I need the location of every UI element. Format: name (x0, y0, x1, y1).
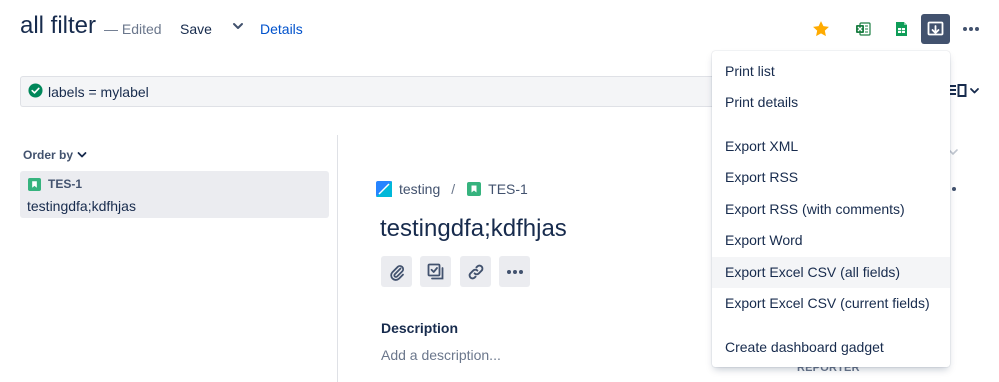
google-sheets-icon (895, 22, 907, 36)
more-actions-button[interactable] (958, 15, 984, 43)
more-issue-actions-button[interactable] (499, 256, 530, 287)
save-button[interactable]: Save (180, 21, 212, 37)
more-icon (506, 269, 523, 274)
issue-key: TES-1 (48, 177, 83, 191)
menu-item-export-word[interactable]: Export Word (712, 225, 950, 256)
indicator-dot (952, 187, 956, 191)
order-by-button[interactable]: Order by (23, 148, 87, 162)
attach-button[interactable] (381, 256, 412, 287)
link-icon (468, 264, 483, 279)
valid-check-icon (28, 83, 43, 98)
menu-item-export-rss[interactable]: Export RSS (712, 162, 950, 193)
panel-divider (337, 135, 338, 382)
page-title: all filter (20, 12, 97, 39)
story-icon (467, 182, 482, 196)
menu-item-create-dashboard-gadget[interactable]: Create dashboard gadget (712, 332, 950, 363)
list-item[interactable]: TES-1 testingdfa;kdfhjas (20, 171, 329, 218)
breadcrumb-issue[interactable]: TES-1 (467, 181, 528, 197)
attachment-icon (389, 264, 404, 281)
chevron-down-icon (77, 152, 87, 158)
breadcrumb-separator: / (451, 181, 456, 197)
menu-item-print-list[interactable]: Print list (712, 56, 950, 87)
view-switcher[interactable] (949, 83, 981, 99)
export-google-sheets-button[interactable] (888, 15, 914, 43)
add-subtask-button[interactable] (420, 256, 451, 287)
list-view-icon (950, 84, 979, 97)
order-by-label: Order by (23, 148, 74, 162)
issue-summary: testingdfa;kdfhjas (27, 198, 136, 214)
issue-key-row: TES-1 (28, 177, 82, 191)
more-icon (963, 27, 979, 31)
menu-item-export-xml[interactable]: Export XML (712, 131, 950, 162)
details-link[interactable]: Details (260, 21, 303, 37)
export-icon (927, 21, 944, 35)
jql-query-bar[interactable]: labels = mylabel (20, 76, 720, 107)
project-avatar-icon (376, 181, 392, 197)
breadcrumb-project[interactable]: testing (376, 181, 440, 197)
save-options-chevron[interactable] (232, 19, 244, 33)
subtask-icon (427, 263, 443, 279)
edited-indicator: — Edited (104, 21, 162, 37)
star-icon (813, 21, 829, 37)
story-icon (28, 177, 41, 191)
description-field[interactable]: Add a description... (381, 347, 501, 363)
menu-item-print-details[interactable]: Print details (712, 87, 950, 118)
breadcrumb: testing / TES-1 (376, 181, 528, 197)
jql-query-text: labels = mylabel (48, 84, 149, 100)
excel-icon (856, 22, 871, 36)
export-excel-button[interactable] (850, 15, 876, 43)
export-dropdown-menu: Print list Print details Export XML Expo… (712, 51, 950, 367)
description-label: Description (381, 320, 459, 336)
menu-item-export-rss-comments[interactable]: Export RSS (with comments) (712, 194, 950, 225)
menu-item-export-excel-all[interactable]: Export Excel CSV (all fields) (712, 257, 950, 288)
issue-title[interactable]: testingdfa;kdfhjas (380, 215, 567, 243)
breadcrumb-issue-key: TES-1 (488, 181, 528, 197)
export-button[interactable] (921, 14, 950, 44)
breadcrumb-project-label: testing (399, 181, 441, 197)
menu-item-export-excel-current[interactable]: Export Excel CSV (current fields) (712, 288, 950, 319)
link-issue-button[interactable] (460, 256, 491, 287)
chevron-down-icon (233, 23, 243, 29)
favorite-star-button[interactable] (808, 15, 834, 43)
